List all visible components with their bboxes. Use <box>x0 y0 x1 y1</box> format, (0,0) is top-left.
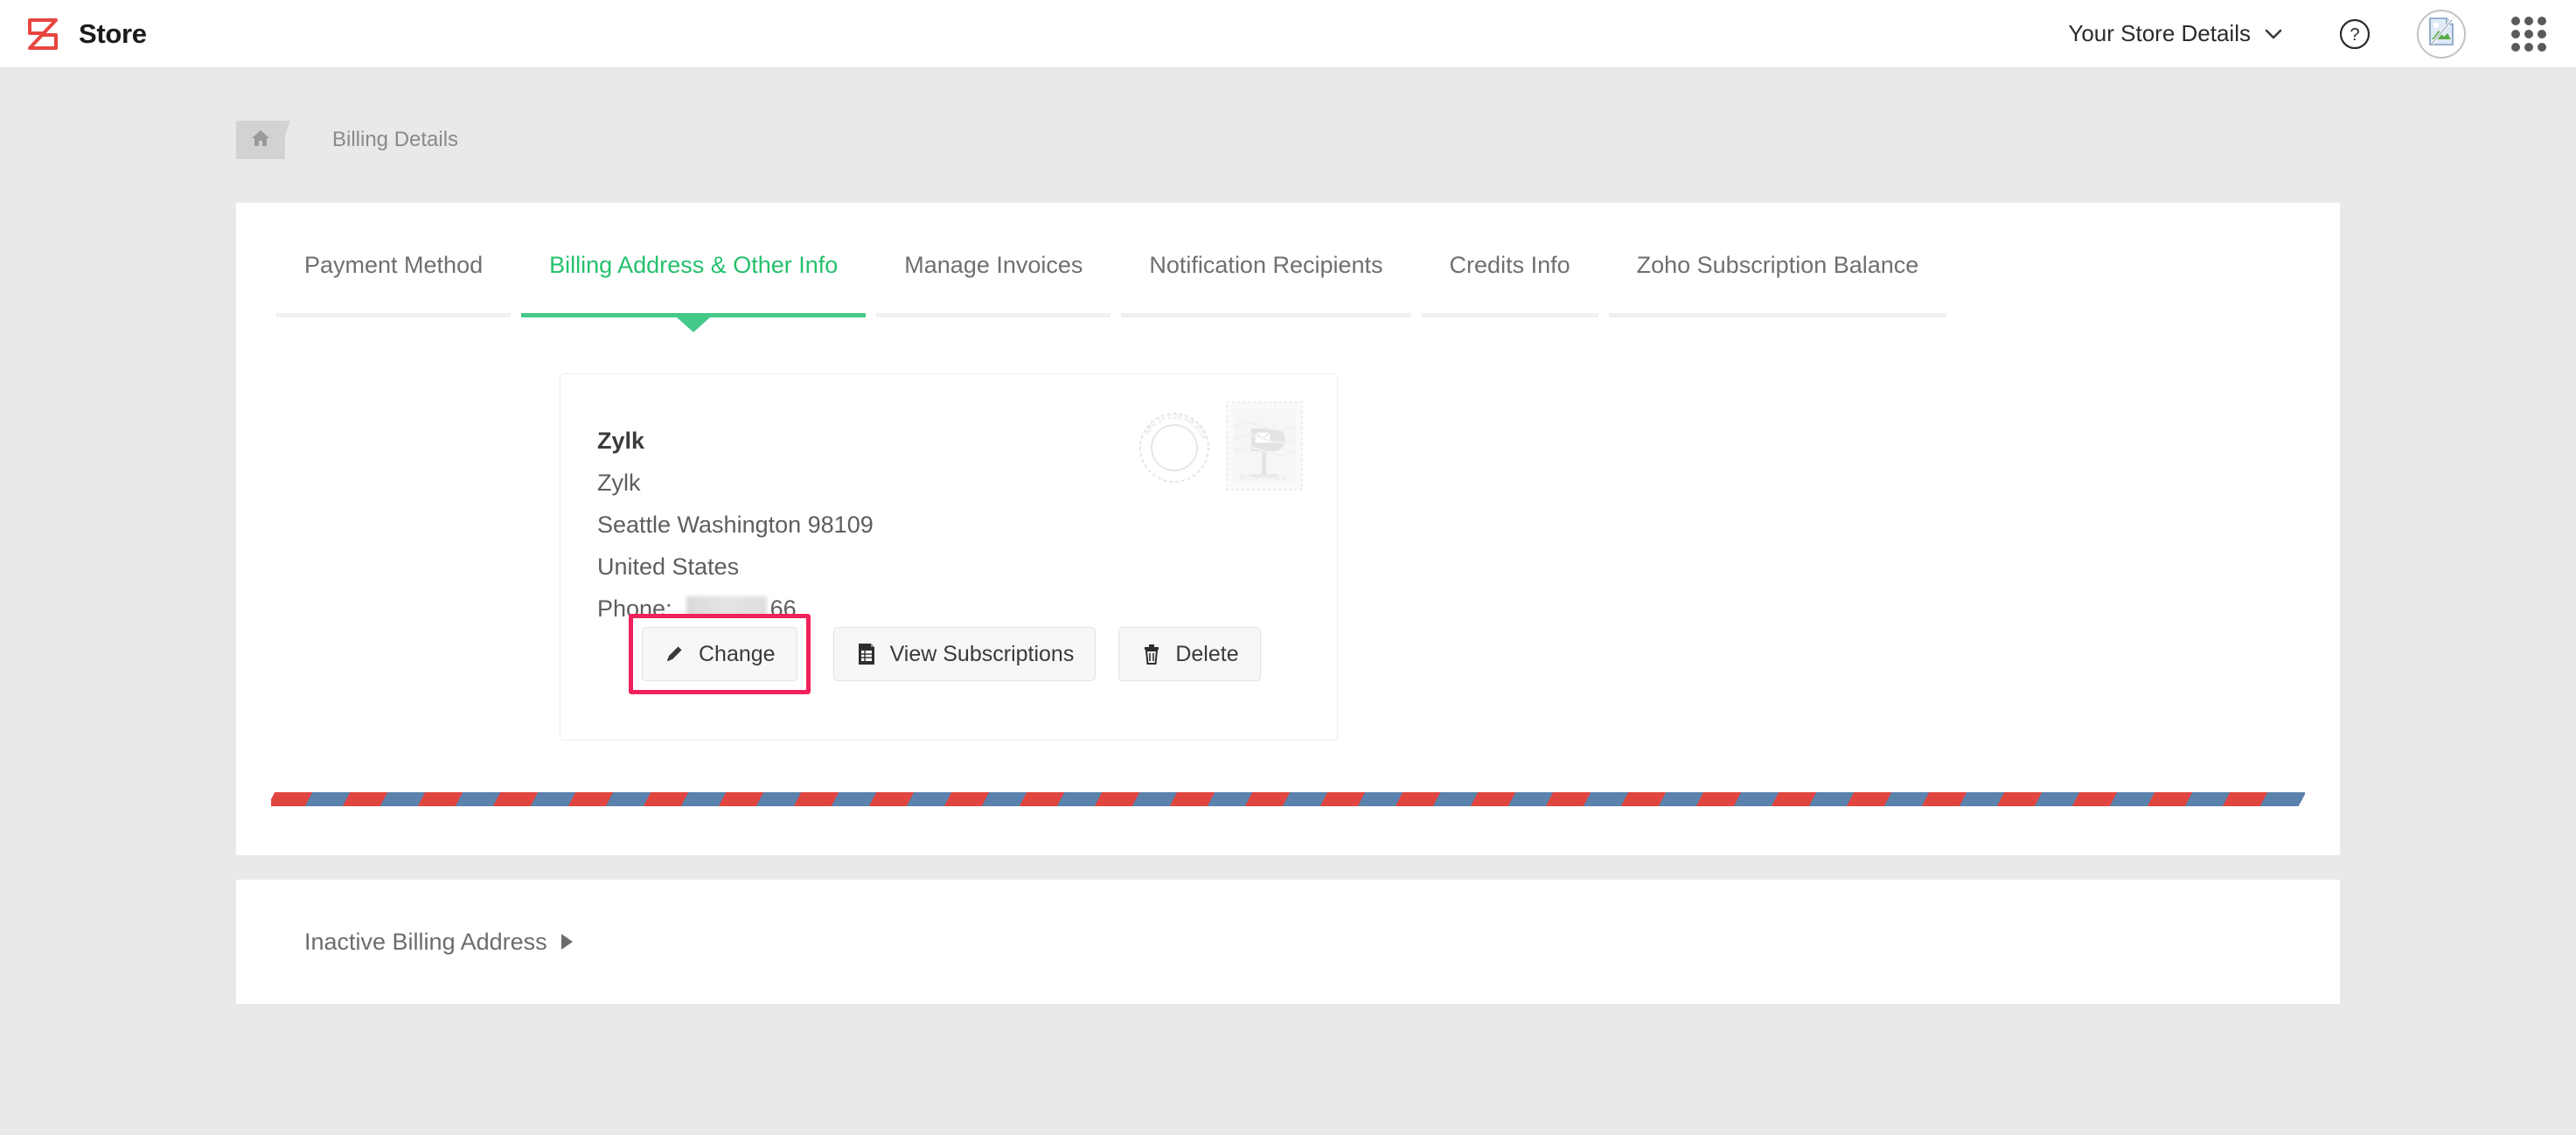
trash-icon <box>1140 642 1163 666</box>
svg-text:?: ? <box>2350 25 2359 45</box>
tab-underline <box>1609 313 1947 317</box>
tab-underline-active <box>521 313 866 317</box>
invoice-document-icon <box>855 642 878 666</box>
tab-label: Credits Info <box>1417 252 1604 279</box>
delete-button[interactable]: Delete <box>1118 627 1260 681</box>
tab-label: Manage Invoices <box>871 252 1116 279</box>
change-button-label: Change <box>699 642 776 667</box>
store-details-label: Your Store Details <box>2068 20 2251 47</box>
apps-dot <box>2538 43 2546 52</box>
breadcrumb-separator <box>285 121 308 159</box>
tab-payment-method[interactable]: Payment Method <box>271 252 516 317</box>
help-circle-icon[interactable]: ? <box>2336 16 2373 52</box>
breadcrumb-home-button[interactable] <box>236 121 285 159</box>
apps-dot <box>2511 30 2520 38</box>
apps-grid-icon[interactable] <box>2511 17 2546 52</box>
broken-image-avatar-icon <box>2425 15 2458 52</box>
billing-details-panel: Payment Method Billing Address & Other I… <box>236 203 2340 855</box>
delete-button-label: Delete <box>1175 642 1238 667</box>
apps-dot <box>2511 17 2520 25</box>
tab-underline <box>1121 313 1410 317</box>
postage-stamp-mailbox-icon: POSTAGE <box>1225 400 1304 491</box>
svg-text:POSTAGE: POSTAGE <box>1240 474 1289 482</box>
avatar[interactable] <box>2417 10 2466 59</box>
tab-underline <box>1422 313 1598 317</box>
apps-dot <box>2524 30 2533 38</box>
chevron-down-icon <box>2265 29 2282 39</box>
store-details-dropdown[interactable]: Your Store Details <box>2068 20 2291 47</box>
address-lines: Zylk Zylk Seattle Washington 98109 Unite… <box>597 420 874 630</box>
zoho-z-logo-icon <box>23 14 63 54</box>
tab-underline <box>876 313 1110 317</box>
tab-bar: Payment Method Billing Address & Other I… <box>236 203 2340 317</box>
airmail-segment <box>2260 792 2305 806</box>
brand-area[interactable]: Store <box>23 14 147 54</box>
change-button-highlight: Change <box>629 614 811 694</box>
apps-dot <box>2538 17 2546 25</box>
apps-dot <box>2538 30 2546 38</box>
apps-dot <box>2524 43 2533 52</box>
envelope-decoration: APR 24 2:25 AM 2014 POSTAGE <box>1138 400 1304 497</box>
breadcrumb: Billing Details <box>236 121 458 159</box>
tab-zoho-subscription-balance[interactable]: Zoho Subscription Balance <box>1604 252 1953 317</box>
postmark-circle-icon: APR 24 2:25 AM 2014 <box>1138 411 1211 484</box>
apps-dot <box>2524 17 2533 25</box>
home-icon <box>250 128 271 153</box>
address-country: United States <box>597 546 874 588</box>
view-subscriptions-button[interactable]: View Subscriptions <box>833 627 1097 681</box>
breadcrumb-current: Billing Details <box>332 128 458 152</box>
svg-text:APR 24 2:25 AM 2014: APR 24 2:25 AM 2014 <box>1143 413 1208 441</box>
tab-label: Zoho Subscription Balance <box>1604 252 1953 279</box>
tab-label: Payment Method <box>271 252 516 279</box>
tab-manage-invoices[interactable]: Manage Invoices <box>871 252 1116 317</box>
apps-dot <box>2511 43 2520 52</box>
airmail-stripe <box>271 792 2305 806</box>
inactive-billing-address-label: Inactive Billing Address <box>304 929 547 956</box>
tab-credits-info[interactable]: Credits Info <box>1417 252 1604 317</box>
inactive-billing-address-toggle[interactable]: Inactive Billing Address <box>304 929 573 956</box>
address-actions: Change View Subscriptions <box>629 614 1261 694</box>
brand-name: Store <box>79 18 147 50</box>
inactive-billing-address-panel: Inactive Billing Address <box>236 880 2340 1004</box>
address-company: Zylk <box>597 420 874 462</box>
tab-billing-address-other-info[interactable]: Billing Address & Other Info <box>516 252 871 317</box>
tab-underline <box>276 313 511 317</box>
tab-label: Billing Address & Other Info <box>516 252 871 279</box>
top-header-bar: Store Your Store Details ? <box>0 0 2576 68</box>
tab-notification-recipients[interactable]: Notification Recipients <box>1116 252 1416 317</box>
pencil-icon <box>664 642 686 666</box>
address-name: Zylk <box>597 462 874 504</box>
address-city-state-zip: Seattle Washington 98109 <box>597 504 874 546</box>
billing-address-card: Zylk Zylk Seattle Washington 98109 Unite… <box>560 373 1338 741</box>
change-button[interactable]: Change <box>642 627 797 681</box>
view-subscriptions-label: View Subscriptions <box>890 642 1075 667</box>
header-actions: Your Store Details ? <box>2068 0 2576 67</box>
triangle-right-icon <box>561 934 573 950</box>
tab-label: Notification Recipients <box>1116 252 1416 279</box>
